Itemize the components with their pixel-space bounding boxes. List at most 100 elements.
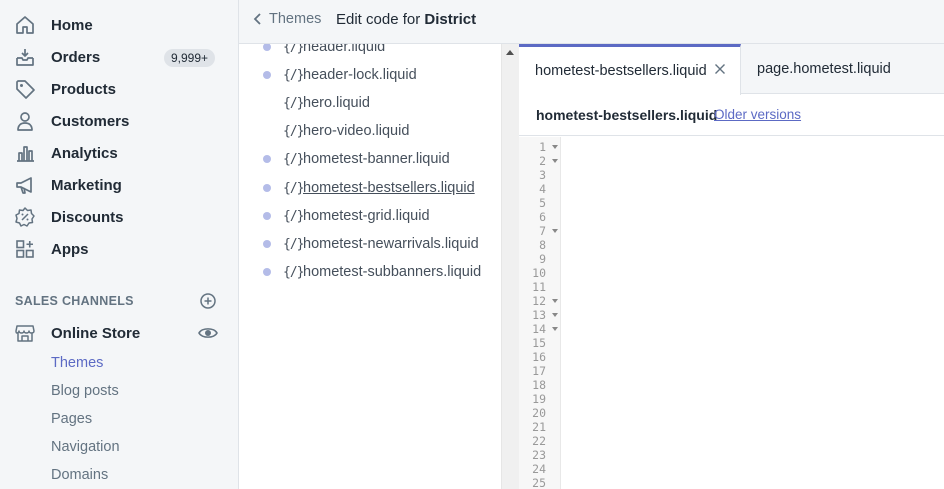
- line-number: 18: [532, 378, 546, 392]
- line-number: 23: [532, 448, 546, 462]
- file-item[interactable]: {/} hero.liquid: [239, 92, 501, 114]
- file-name: hero.liquid: [303, 95, 370, 111]
- modified-dot: [263, 184, 271, 192]
- add-circle-icon[interactable]: [199, 292, 217, 310]
- modified-dot: [263, 240, 271, 248]
- sales-channels-title: SALES CHANNELS: [15, 294, 134, 308]
- line-number: 21: [532, 420, 546, 434]
- person-icon: [14, 110, 36, 132]
- sub-item-themes[interactable]: Themes: [51, 355, 103, 371]
- sub-item-navigation[interactable]: Navigation: [51, 439, 120, 455]
- line-number: 7: [539, 224, 546, 238]
- modified-dot: [263, 212, 271, 220]
- file-item[interactable]: {/} header.liquid: [239, 44, 501, 58]
- line-number: 14: [532, 322, 546, 336]
- fold-arrow-icon[interactable]: [552, 145, 558, 149]
- file-item[interactable]: {/} header-lock.liquid: [239, 64, 501, 86]
- modified-dot: [263, 155, 271, 163]
- nav-label: Orders: [51, 48, 101, 66]
- nav-item-discounts[interactable]: Discounts: [0, 201, 239, 233]
- megaphone-icon: [14, 174, 36, 196]
- editor-tabs: hometest-bestsellers.liquid page.hometes…: [519, 44, 944, 95]
- tab-page-hometest[interactable]: page.hometest.liquid: [741, 44, 944, 94]
- nav-label: Online Store: [51, 324, 141, 342]
- fold-arrow-icon[interactable]: [552, 327, 558, 331]
- orders-icon: [14, 46, 36, 68]
- nav-label: Customers: [51, 112, 130, 130]
- chevron-left-icon: [253, 13, 261, 25]
- line-number: 19: [532, 392, 546, 406]
- line-number: 13: [532, 308, 546, 322]
- tab-label: hometest-bestsellers.liquid: [535, 63, 707, 79]
- line-number: 25: [532, 476, 546, 489]
- file-header: hometest-bestsellers.liquid Older versio…: [519, 94, 944, 136]
- liquid-file-icon: {/}: [283, 236, 305, 252]
- file-name: header.liquid: [303, 44, 386, 55]
- line-number: 12: [532, 294, 546, 308]
- line-number: 4: [539, 182, 546, 196]
- line-number: 16: [532, 350, 546, 364]
- bar-chart-icon: [14, 142, 36, 164]
- file-item[interactable]: {/} hometest-newarrivals.liquid: [239, 233, 501, 255]
- file-item[interactable]: {/} hometest-subbanners.liquid: [239, 261, 501, 283]
- nav-item-analytics[interactable]: Analytics: [0, 137, 239, 169]
- file-item[interactable]: {/} hero-video.liquid: [239, 120, 501, 142]
- liquid-file-icon: {/}: [283, 208, 305, 224]
- file-item[interactable]: {/} hometest-grid.liquid: [239, 205, 501, 227]
- store-icon: [14, 322, 36, 344]
- sub-item-blog-posts[interactable]: Blog posts: [51, 383, 119, 399]
- file-list-scrollbar[interactable]: [501, 44, 519, 489]
- file-name: hometest-bestsellers.liquid: [303, 180, 475, 196]
- fold-arrow-icon[interactable]: [552, 299, 558, 303]
- liquid-file-icon: {/}: [283, 180, 305, 196]
- tag-icon: [14, 78, 36, 100]
- file-list: {/} header.liquid {/} header-lock.liquid…: [239, 44, 501, 489]
- line-number: 10: [532, 266, 546, 280]
- nav-label: Marketing: [51, 176, 122, 194]
- close-icon[interactable]: [714, 63, 726, 75]
- line-number: 22: [532, 434, 546, 448]
- line-number: 1: [539, 140, 546, 154]
- line-number: 24: [532, 462, 546, 476]
- apps-icon: [14, 238, 36, 260]
- liquid-file-icon: {/}: [283, 151, 305, 167]
- file-name: header-lock.liquid: [303, 67, 417, 83]
- older-versions-link[interactable]: Older versions: [714, 107, 801, 122]
- nav-item-orders[interactable]: Orders 9,999+: [0, 41, 239, 73]
- nav-item-apps[interactable]: Apps: [0, 233, 239, 265]
- back-to-themes-link[interactable]: Themes: [253, 11, 321, 27]
- sub-item-domains[interactable]: Domains: [51, 467, 108, 483]
- file-name: hometest-newarrivals.liquid: [303, 236, 479, 252]
- tab-hometest-bestsellers[interactable]: hometest-bestsellers.liquid: [519, 44, 741, 95]
- modified-dot: [263, 44, 271, 51]
- code-editor: hometest-bestsellers.liquid page.hometes…: [519, 44, 944, 489]
- nav-item-marketing[interactable]: Marketing: [0, 169, 239, 201]
- file-item[interactable]: {/} hometest-banner.liquid: [239, 148, 501, 170]
- liquid-file-icon: {/}: [283, 67, 305, 83]
- fold-arrow-icon[interactable]: [552, 229, 558, 233]
- current-file-name: hometest-bestsellers.liquid: [536, 107, 718, 123]
- nav-item-products[interactable]: Products: [0, 73, 239, 105]
- liquid-file-icon: {/}: [283, 264, 305, 280]
- line-number: 8: [539, 238, 546, 252]
- editor-topbar: Themes Edit code for District: [239, 0, 944, 44]
- line-number: 20: [532, 406, 546, 420]
- scroll-up-arrow-icon[interactable]: [506, 50, 514, 55]
- nav-item-home[interactable]: Home: [0, 9, 239, 41]
- line-number: 5: [539, 196, 546, 210]
- fold-arrow-icon[interactable]: [552, 313, 558, 317]
- eye-icon[interactable]: [198, 324, 218, 342]
- modified-dot: [263, 268, 271, 276]
- fold-arrow-icon[interactable]: [552, 159, 558, 163]
- liquid-file-icon: {/}: [283, 95, 305, 111]
- liquid-file-icon: {/}: [283, 44, 305, 55]
- line-number-gutter: 1 2 3 4 5 6 7 8 9 10 11 12 13 14 15 16 17 18 19 20 21 22 23 24 2…: [519, 137, 561, 489]
- file-name: hometest-banner.liquid: [303, 151, 450, 167]
- nav-item-customers[interactable]: Customers: [0, 105, 239, 137]
- file-item-selected[interactable]: {/} hometest-bestsellers.liquid: [239, 177, 501, 199]
- sub-item-pages[interactable]: Pages: [51, 411, 92, 427]
- nav-label: Home: [51, 16, 93, 34]
- page-title: Edit code for District: [336, 11, 476, 28]
- home-icon: [14, 14, 36, 36]
- file-name: hometest-subbanners.liquid: [303, 264, 482, 280]
